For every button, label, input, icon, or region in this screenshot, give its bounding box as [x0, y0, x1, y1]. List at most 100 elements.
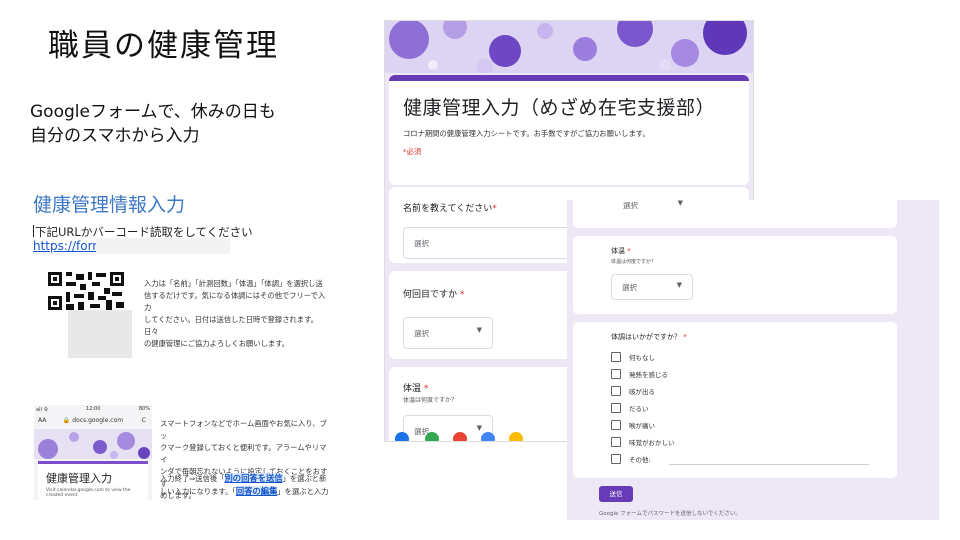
option-label: 味覚がおかしい — [629, 439, 675, 447]
form-header-card: 健康管理入力（めざめ在宅支援部） コロナ期間の健康管理入力シートです。お手数です… — [389, 75, 749, 185]
doc-para-line: 入力は「名前」「計測回数」「体温」「体調」を選択し送 — [144, 279, 323, 288]
checkbox-option[interactable]: 発熱を感じる — [611, 369, 668, 381]
select-placeholder: 選択 — [414, 239, 429, 248]
required-mark: * — [459, 290, 465, 300]
checkbox-option[interactable]: 喉が痛い — [611, 420, 655, 432]
phone-form-card: 健康管理入力 Visit calendar.google.com to view… — [38, 461, 148, 500]
question-text: 名前を教えてください — [403, 204, 493, 214]
option-label: 何もなし — [629, 354, 655, 362]
subtitle-line-2: 自分のスマホから入力 — [30, 126, 200, 146]
name-select[interactable]: 選択 — [403, 227, 585, 259]
question-note: 体温は何度ですか？ — [403, 397, 458, 404]
checkbox-icon[interactable] — [611, 403, 621, 413]
link-redaction — [96, 238, 230, 254]
question-text: 体温 — [611, 247, 625, 255]
form-link[interactable]: https://form — [33, 239, 104, 253]
doc-paragraph: 入力は「名前」「計測回数」「体温」「体調」を選択し送 信するだけです。気になる体… — [144, 278, 332, 350]
battery-icon: 80% — [138, 406, 150, 412]
checkbox-icon[interactable] — [611, 386, 621, 396]
option-label: その他: — [629, 456, 651, 464]
question-label: 体調はいかがですか？ * — [611, 332, 687, 342]
doc-para-line: 信するだけです。気になる体調にはその他でフリーで入力 — [144, 291, 326, 312]
dropdown-arrow-icon: ▼ — [677, 200, 683, 207]
question-label: 名前を教えてください* — [403, 201, 497, 214]
doc-para-line: の健康管理にご協力よろしくお願いします。 — [144, 339, 290, 348]
app-icon[interactable] — [395, 432, 409, 441]
reload-icon[interactable]: C — [142, 415, 146, 427]
question-text: 何回目ですか — [403, 290, 458, 300]
send-another-link[interactable]: 別の回答を送信 — [224, 473, 283, 483]
checkbox-option[interactable]: だるい — [611, 403, 649, 415]
phone-status-bar: all 令 12:00 80% — [34, 405, 152, 414]
submit-tip-line-1: 入力終了⇒送信後「別の回答を送信」を選ぶと新 — [160, 472, 332, 485]
select-placeholder: 選択 — [414, 329, 429, 338]
checkbox-icon[interactable] — [611, 352, 621, 362]
qr-code-icon — [46, 270, 126, 312]
reader-aa[interactable]: AA — [38, 415, 46, 427]
doc-title: 健康管理情報入力 — [33, 194, 186, 216]
question-note: 体温は何度ですか？ — [611, 259, 657, 265]
qr-redaction — [68, 310, 132, 358]
checkbox-icon[interactable] — [611, 437, 621, 447]
checkbox-option[interactable]: 味覚がおかしい — [611, 437, 675, 449]
app-icon[interactable] — [481, 432, 495, 441]
slide-title: 職員の健康管理 — [48, 28, 279, 64]
checkbox-icon[interactable] — [611, 420, 621, 430]
option-label: だるい — [629, 405, 649, 413]
other-text-input[interactable] — [669, 464, 869, 465]
signal-icon: all 令 — [36, 407, 49, 413]
question-label: 体温 * — [403, 381, 428, 394]
checkbox-option-other[interactable]: その他: — [611, 454, 651, 466]
condition-question-card: 体調はいかがですか？ * 何もなし 発熱を感じる 咳が出る だるい 喉が痛い 味… — [573, 322, 897, 478]
edit-response-link[interactable]: 回答の編集 — [235, 486, 278, 496]
doc-instruction-text: 下記URLかバーコード読取をしてください — [35, 225, 253, 239]
dropdown-arrow-icon: ▼ — [476, 326, 482, 334]
taskbar-strip — [385, 431, 565, 441]
slide-subtitle: Googleフォームで、休みの日も 自分のスマホから入力 — [30, 100, 276, 148]
required-mark: * — [423, 384, 429, 394]
app-icon[interactable] — [453, 432, 467, 441]
checkbox-icon[interactable] — [611, 454, 621, 464]
question-text: 体温 — [403, 384, 422, 394]
top-select-card: 選択 ▼ — [573, 200, 897, 228]
form-footnote: Google フォームでパスワードを送信しないでください。 — [599, 511, 741, 517]
form-header-banner — [385, 21, 753, 73]
question-label: 体温 * — [611, 246, 631, 256]
phone-note-line: created event. — [46, 493, 79, 498]
option-label: 発熱を感じる — [629, 371, 668, 379]
required-mark: * — [492, 204, 497, 214]
tip-text: 」を選ぶと新 — [282, 474, 327, 483]
tip-line: クマーク登録しておくと便利です。アラームやリマイ — [160, 443, 327, 464]
required-note: *必須 — [403, 147, 422, 156]
submit-button[interactable]: 送信 — [599, 486, 633, 502]
lock-icon: 🔒 — [62, 417, 71, 424]
checkbox-option[interactable]: 咳が出る — [611, 386, 655, 398]
phone-form-note: Visit calendar.google.com to view the cr… — [46, 488, 130, 498]
required-mark: * — [683, 333, 687, 341]
checkbox-option[interactable]: 何もなし — [611, 352, 655, 364]
temp-question-card: 体温 * 体温は何度ですか？ 選択 ▼ — [573, 236, 897, 314]
submit-tip-line-2: しい入力になります。「回答の編集」を選ぶと入力 — [160, 485, 332, 498]
form-description: コロナ期間の健康管理入力シートです。お手数ですがご協力お願いします。 — [403, 129, 650, 138]
phone-form-title: 健康管理入力 — [46, 472, 112, 485]
app-icon[interactable] — [509, 432, 523, 441]
text-caret — [33, 225, 34, 237]
tip-text: しい入力になります。「 — [160, 487, 236, 496]
count-select[interactable]: 選択 ▼ — [403, 317, 493, 349]
required-mark: * — [627, 247, 631, 255]
tip-text: 入力終了⇒送信後「 — [160, 474, 225, 483]
checkbox-icon[interactable] — [611, 369, 621, 379]
top-select[interactable]: 選択 ▼ — [613, 200, 693, 218]
phone-address-bar[interactable]: AA 🔒 docs.google.com C — [34, 415, 152, 427]
submit-tip-paragraph: 入力終了⇒送信後「別の回答を送信」を選ぶと新 しい入力になります。「回答の編集」… — [160, 472, 332, 498]
bubbles-banner-image — [385, 21, 753, 73]
app-icon[interactable] — [425, 432, 439, 441]
form-screenshot-continued: 選択 ▼ 体温 * 体温は何度ですか？ 選択 ▼ 体調はいかがですか？ * 何もなし… — [567, 200, 939, 520]
tip-text: 」を選ぶと入力 — [277, 487, 329, 496]
temp-select[interactable]: 選択 ▼ — [611, 274, 693, 300]
phone-url-text: docs.google.com — [72, 417, 124, 424]
form-title: 健康管理入力（めざめ在宅支援部） — [403, 97, 716, 119]
tip-line: スマートフォンなどでホーム画面やお気に入り、ブッ — [160, 419, 327, 440]
phone-time: 12:00 — [86, 406, 101, 412]
option-label: 喉が痛い — [629, 422, 655, 430]
